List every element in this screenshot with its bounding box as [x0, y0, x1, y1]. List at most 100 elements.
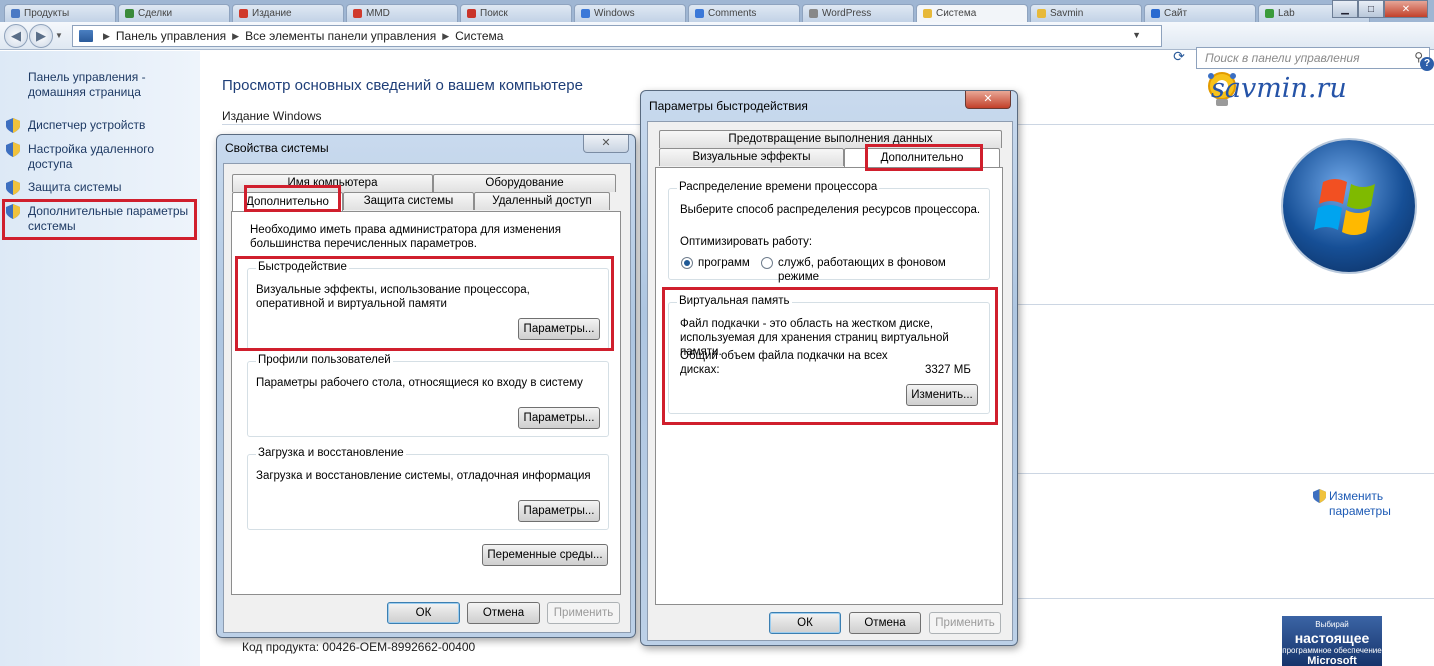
highlight-box [2, 199, 197, 240]
browser-tab[interactable]: Издание [232, 4, 344, 22]
group-label: Загрузка и восстановление [256, 447, 406, 459]
address-bar: ◀ ▶ ▼ ▶ Панель управления ▶ Все элементы… [0, 22, 1434, 69]
nav-system-protection[interactable]: Защита системы [28, 180, 121, 195]
search-input[interactable]: Поиск в панели управления ⚲ [1196, 47, 1430, 69]
breadcrumb[interactable]: ▶ Панель управления ▶ Все элементы панел… [72, 25, 1162, 47]
breadcrumb-separator-icon: ▶ [103, 30, 110, 41]
cpu-scheduling-group: Распределение времени процессора Выберит… [668, 181, 990, 283]
divider [1010, 473, 1434, 474]
tab-label: Издание [252, 8, 292, 19]
tab-favicon-icon [695, 9, 704, 18]
breadcrumb-separator-icon: ▶ [442, 30, 450, 41]
windows-flag-icon [1314, 179, 1375, 235]
profiles-group: Профили пользователей Параметры рабочего… [247, 354, 609, 437]
tab-remote[interactable]: Удаленный доступ [474, 192, 610, 210]
browser-tab[interactable]: WordPress [802, 4, 914, 22]
tab-label: WordPress [822, 8, 872, 19]
group-desc: Параметры рабочего стола, относящиеся ко… [256, 377, 583, 389]
close-icon[interactable]: ✕ [1384, 0, 1428, 18]
optimize-label: Оптимизировать работу: [680, 236, 813, 248]
tab-favicon-icon [353, 9, 362, 18]
close-icon[interactable]: ✕ [583, 135, 629, 153]
ok-button[interactable]: ОК [387, 602, 460, 624]
control-panel-icon [79, 30, 93, 42]
browser-tab[interactable]: Savmin [1030, 4, 1142, 22]
radio-services-label[interactable]: служб, работающих в фоновом режиме [778, 256, 989, 284]
tab-favicon-icon [239, 9, 248, 18]
minimize-icon[interactable]: ▁ [1332, 0, 1358, 18]
tab-favicon-icon [125, 9, 134, 18]
divider [1010, 598, 1434, 599]
shield-icon [6, 142, 20, 157]
dialog-title: Свойства системы [225, 141, 329, 155]
apply-button[interactable]: Применить [929, 612, 1001, 634]
nav-home-link[interactable]: Панель управления - домашняя страница [28, 70, 188, 100]
tab-favicon-icon [1265, 9, 1274, 18]
boot-group: Загрузка и восстановление Загрузка и вос… [247, 447, 609, 530]
forward-arrow-icon[interactable]: ▶ [29, 23, 53, 48]
breadcrumb-item[interactable]: Панель управления [116, 29, 226, 43]
path-dropdown-icon[interactable]: ▼ [1132, 30, 1141, 40]
help-icon[interactable]: ? [1420, 57, 1434, 71]
radio-programs-label[interactable]: программ [698, 256, 750, 270]
tab-label: Comments [708, 8, 757, 19]
group-label: Распределение времени процессора [677, 181, 880, 193]
shield-icon [6, 180, 20, 195]
tab-label: Сайт [1164, 8, 1188, 19]
tab-favicon-icon [1037, 9, 1046, 18]
tab-system-protection[interactable]: Защита системы [343, 192, 474, 210]
apply-button[interactable]: Применить [547, 602, 620, 624]
tab-hardware[interactable]: Оборудование [433, 174, 616, 192]
profiles-settings-button[interactable]: Параметры... [518, 407, 600, 429]
browser-tab[interactable]: Comments [688, 4, 800, 22]
window-controls: ▁ □ ✕ [1332, 0, 1428, 18]
tab-favicon-icon [809, 9, 818, 18]
admin-note: Необходимо иметь права администратора дл… [250, 224, 561, 250]
browser-tab[interactable]: Продукты [4, 4, 116, 22]
page-title: Просмотр основных сведений о вашем компь… [222, 77, 583, 94]
banner-line: Microsoft [1307, 655, 1357, 666]
breadcrumb-separator-icon: ▶ [232, 30, 240, 41]
product-code: Код продукта: 00426-OEM-8992662-00400 [242, 640, 476, 654]
cancel-button[interactable]: Отмена [849, 612, 921, 634]
browser-tab-active[interactable]: Система [916, 4, 1028, 22]
browser-tab[interactable]: Сайт [1144, 4, 1256, 22]
nav-remote-settings[interactable]: Настройка удаленного доступа [28, 142, 168, 172]
tab-label: Поиск [480, 8, 508, 19]
tab-label: Savmin [1050, 8, 1084, 19]
nav-device-manager[interactable]: Диспетчер устройств [28, 118, 145, 133]
radio-programs[interactable] [681, 257, 693, 269]
windows-logo-icon [1283, 140, 1415, 272]
close-icon[interactable]: ✕ [965, 91, 1011, 109]
ok-button[interactable]: ОК [769, 612, 841, 634]
cancel-button[interactable]: Отмена [467, 602, 540, 624]
tab-favicon-icon [581, 9, 590, 18]
browser-tab[interactable]: Сделки [118, 4, 230, 22]
browser-tab[interactable]: MMD [346, 4, 458, 22]
refresh-icon[interactable]: ⟳ [1170, 47, 1188, 65]
history-dropdown-icon[interactable]: ▼ [55, 31, 63, 40]
tab-label: Система [936, 8, 977, 19]
shield-icon [6, 118, 20, 133]
tab-favicon-icon [467, 9, 476, 18]
breadcrumb-item[interactable]: Все элементы панели управления [245, 29, 436, 43]
tab-visual-effects[interactable]: Визуальные эффекты [659, 148, 844, 166]
back-arrow-icon[interactable]: ◀ [4, 23, 28, 48]
boot-settings-button[interactable]: Параметры... [518, 500, 600, 522]
maximize-icon[interactable]: □ [1358, 0, 1384, 18]
screen: Продукты Сделки Издание MMD Поиск Window… [0, 0, 1434, 666]
windows-edition-heading: Издание Windows [222, 109, 322, 123]
environment-variables-button[interactable]: Переменные среды... [482, 544, 608, 566]
browser-tab[interactable]: Поиск [460, 4, 572, 22]
dialog-title: Параметры быстродействия [649, 99, 808, 113]
radio-background-services[interactable] [761, 257, 773, 269]
cpu-desc: Выберите способ распределения ресурсов п… [680, 204, 981, 216]
browser-tab[interactable]: Windows [574, 4, 686, 22]
change-settings-link[interactable]: Изменить параметры [1329, 489, 1409, 519]
savmin-logo: savmin.ru [1205, 70, 1347, 108]
genuine-microsoft-banner[interactable]: Выбирай настоящее программное обеспечени… [1282, 616, 1382, 666]
divider [1010, 304, 1434, 305]
breadcrumb-item[interactable]: Система [455, 29, 503, 43]
banner-line: настоящее [1294, 630, 1370, 646]
tab-label: Lab [1278, 8, 1295, 19]
